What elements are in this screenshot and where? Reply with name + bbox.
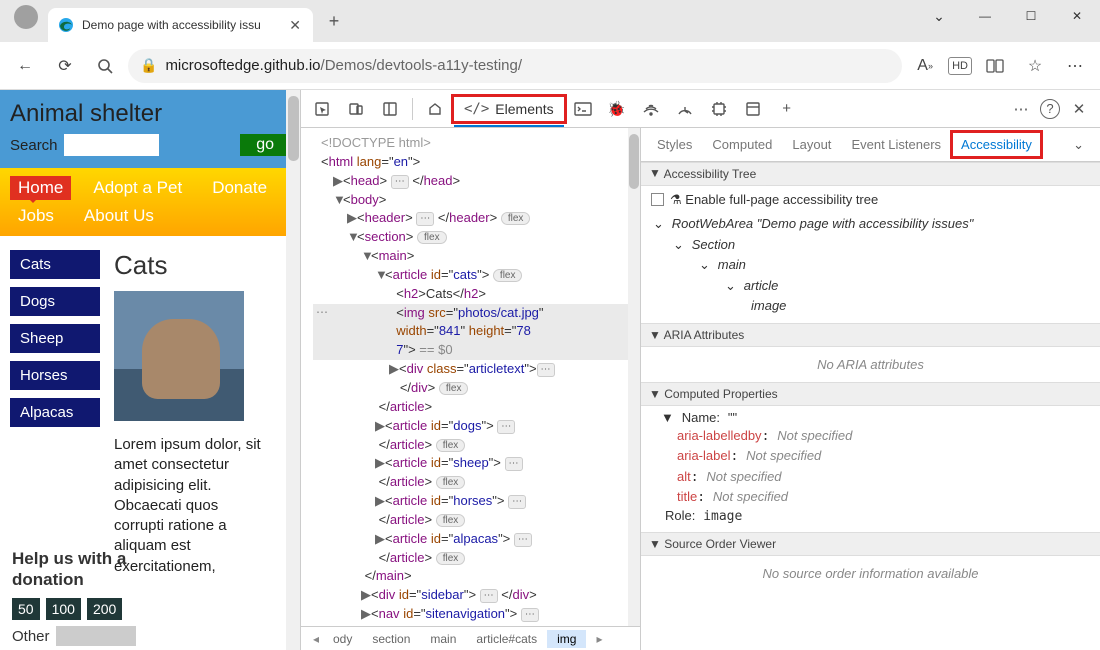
inspect-icon[interactable]: [307, 95, 337, 123]
search-input[interactable]: [64, 134, 159, 156]
sidebar-sheep[interactable]: Sheep: [10, 324, 100, 353]
dom-scrollbar[interactable]: [628, 128, 640, 626]
edge-favicon: [58, 17, 74, 33]
sidebar-alpacas[interactable]: Alpacas: [10, 398, 100, 427]
device-icon[interactable]: [341, 95, 371, 123]
profile-avatar[interactable]: [14, 5, 38, 29]
bc-main[interactable]: main: [420, 630, 466, 648]
devtools-close-icon[interactable]: ✕: [1064, 95, 1094, 123]
tab-accessibility[interactable]: Accessibility: [953, 133, 1040, 156]
application-icon[interactable]: [738, 95, 768, 123]
pane-more-icon[interactable]: ⌄: [1065, 133, 1092, 157]
bc-img[interactable]: img: [547, 630, 586, 648]
welcome-icon[interactable]: [420, 95, 450, 123]
dom-breadcrumb: ◂ ody section main article#cats img ▸: [301, 626, 640, 650]
bc-section[interactable]: section: [362, 630, 420, 648]
refresh-button[interactable]: ⟳: [48, 49, 82, 83]
bug-icon[interactable]: 🐞: [602, 95, 632, 123]
tab-layout[interactable]: Layout: [784, 133, 839, 156]
sidebar-nav: Cats Dogs Sheep Horses Alpacas: [10, 250, 100, 577]
browser-tab[interactable]: Demo page with accessibility issu ✕: [48, 8, 313, 42]
search-button[interactable]: [88, 49, 122, 83]
article-heading: Cats: [114, 250, 264, 281]
omnibox[interactable]: 🔒 microsoftedge.github.io/Demos/devtools…: [128, 49, 902, 83]
sidebar-dogs[interactable]: Dogs: [10, 287, 100, 316]
network-icon[interactable]: [636, 95, 666, 123]
sidebar-cats[interactable]: Cats: [10, 250, 100, 279]
title-bar: Demo page with accessibility issu ✕ + ⌄ …: [0, 0, 1100, 42]
page-content: Animal shelter Search go Home Adopt a Pe…: [0, 90, 300, 650]
sidebar-horses[interactable]: Horses: [10, 361, 100, 390]
chevron-down-icon[interactable]: ⌄: [916, 0, 962, 32]
address-bar: ← ⟳ 🔒 microsoftedge.github.io/Demos/devt…: [0, 42, 1100, 90]
tab-title: Demo page with accessibility issu: [82, 18, 277, 32]
nav-donate[interactable]: Donate: [204, 176, 275, 200]
nav-about[interactable]: About Us: [76, 204, 162, 228]
tab-elements[interactable]: </> Elements: [454, 97, 564, 121]
favorite-icon[interactable]: ☆: [1018, 49, 1052, 83]
tab-computed[interactable]: Computed: [704, 133, 780, 156]
donate-100[interactable]: 100: [46, 598, 81, 620]
page-scrollbar[interactable]: [286, 90, 300, 650]
bc-left-arrow[interactable]: ◂: [303, 630, 323, 648]
donation-heading: Help us with a donation: [12, 548, 128, 591]
performance-icon[interactable]: [670, 95, 700, 123]
donate-other-label: Other: [12, 628, 50, 645]
reader-icon[interactable]: [978, 49, 1012, 83]
read-aloud-icon[interactable]: A»: [908, 49, 942, 83]
donate-200[interactable]: 200: [87, 598, 122, 620]
more-menu-icon[interactable]: ⋯: [1058, 49, 1092, 83]
close-window-button[interactable]: ✕: [1054, 0, 1100, 32]
nav-home[interactable]: Home: [10, 176, 71, 200]
flask-icon: ⚗: [670, 192, 682, 207]
add-tab-icon[interactable]: +: [772, 95, 802, 123]
nav-adopt[interactable]: Adopt a Pet: [85, 176, 190, 200]
top-nav: Home Adopt a Pet Donate Jobs About Us: [0, 168, 300, 236]
bc-right-arrow[interactable]: ▸: [586, 630, 606, 648]
devtools-toolbar: </> Elements 🐞 + ⋯ ? ✕: [301, 90, 1100, 128]
minimize-button[interactable]: —: [962, 0, 1008, 32]
cat-image: [114, 291, 244, 421]
donate-other-input[interactable]: [56, 626, 136, 646]
tab-close-icon[interactable]: ✕: [285, 17, 305, 34]
tree-node-image[interactable]: image: [651, 296, 1090, 317]
accessibility-pane: Styles Computed Layout Event Listeners A…: [640, 128, 1100, 650]
dock-icon[interactable]: [375, 95, 405, 123]
tab-event-listeners[interactable]: Event Listeners: [843, 133, 949, 156]
go-button[interactable]: go: [240, 134, 290, 156]
search-label: Search: [10, 137, 58, 154]
tab-styles[interactable]: Styles: [649, 133, 700, 156]
devtools-panel: </> Elements 🐞 + ⋯ ? ✕ <!DOCTYPE html> <…: [300, 90, 1100, 650]
console-icon[interactable]: [568, 95, 598, 123]
back-button[interactable]: ←: [8, 49, 42, 83]
code-icon: </>: [464, 101, 489, 117]
url-text: microsoftedge.github.io/Demos/devtools-a…: [165, 57, 522, 74]
bc-article[interactable]: article#cats: [466, 630, 547, 648]
enable-tree-checkbox[interactable]: [651, 193, 664, 206]
devtools-more-icon[interactable]: ⋯: [1006, 95, 1036, 123]
window-controls: ⌄ — ☐ ✕: [916, 0, 1100, 32]
dom-tree[interactable]: <!DOCTYPE html> <html lang="en"> ▶<head>…: [301, 128, 640, 626]
lock-icon: 🔒: [140, 57, 157, 74]
memory-icon[interactable]: [704, 95, 734, 123]
page-title: Animal shelter: [10, 100, 290, 128]
maximize-button[interactable]: ☐: [1008, 0, 1054, 32]
donate-50[interactable]: 50: [12, 598, 40, 620]
bc-body[interactable]: ody: [323, 630, 362, 648]
selected-dom-node[interactable]: ⋯ <img src="photos/cat.jpg" width="841" …: [313, 304, 640, 361]
hd-icon[interactable]: HD: [948, 57, 972, 75]
new-tab-button[interactable]: +: [319, 6, 349, 36]
help-icon[interactable]: ?: [1040, 99, 1060, 119]
